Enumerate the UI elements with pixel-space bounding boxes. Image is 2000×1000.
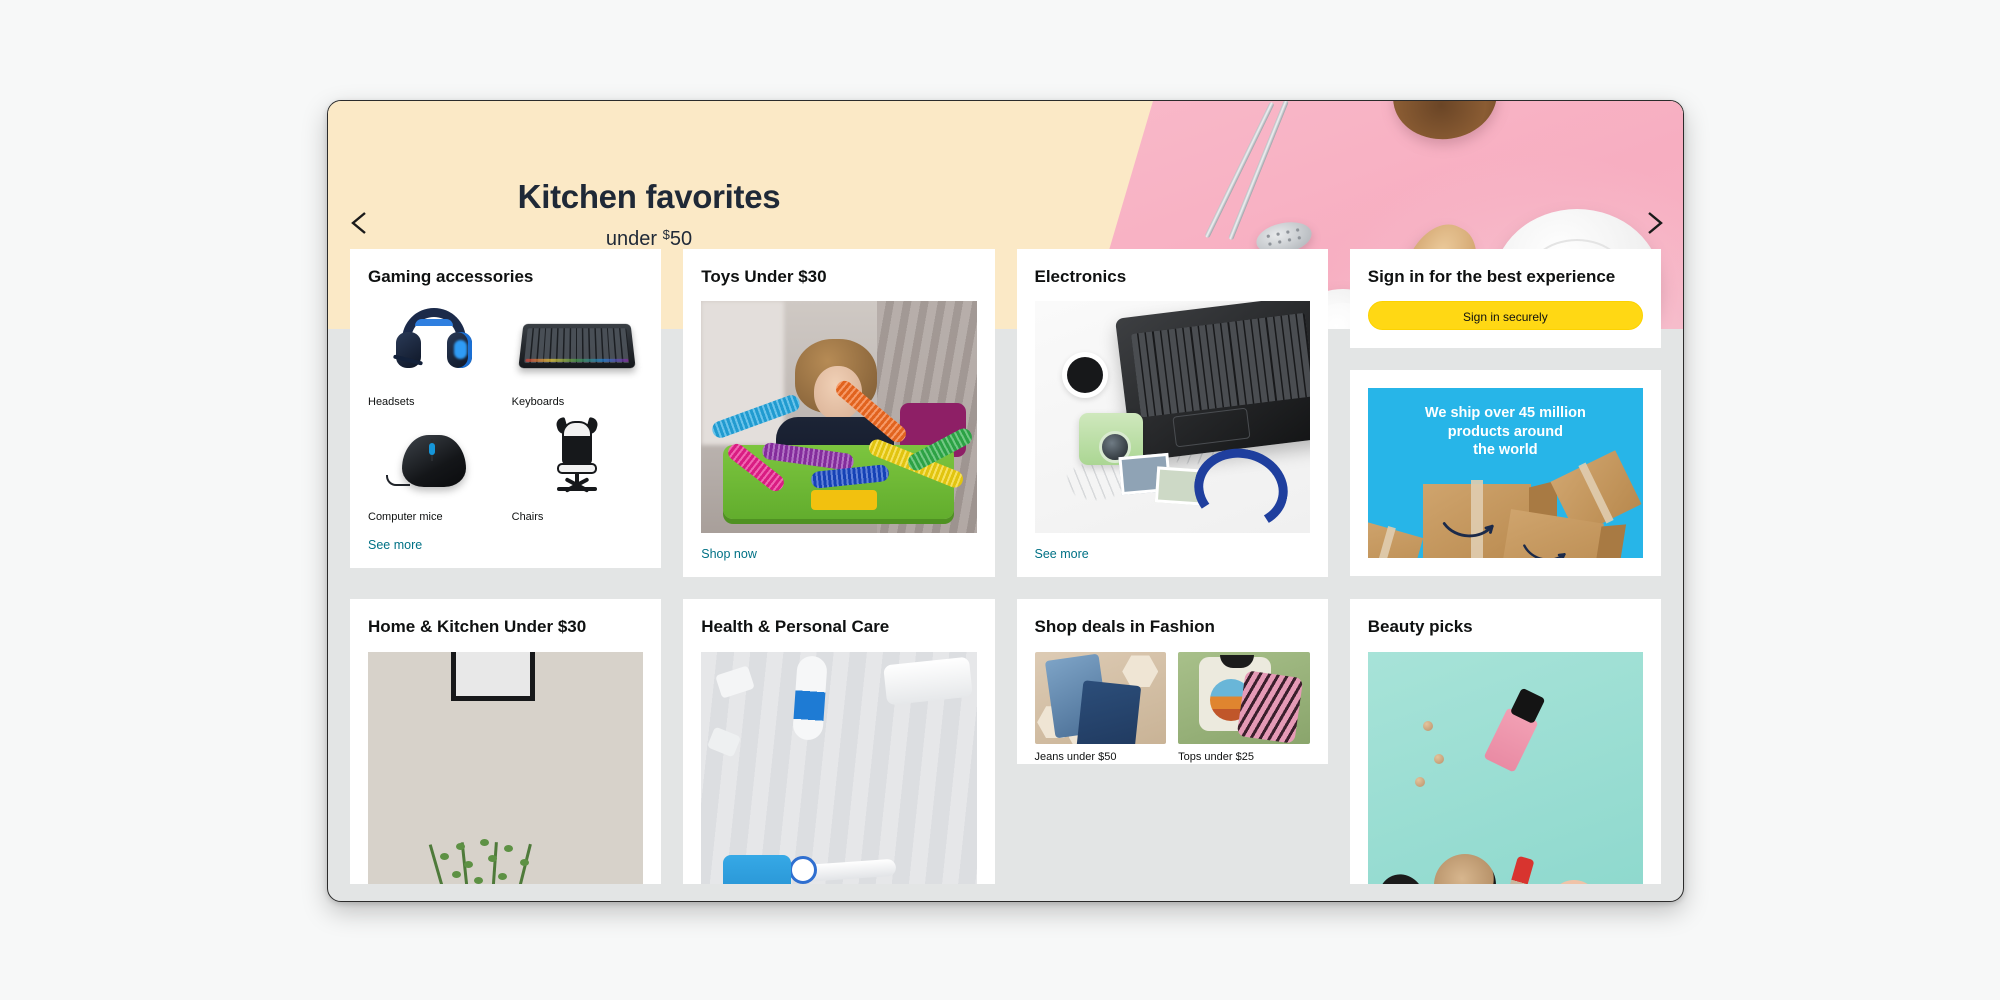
column-2: Toys Under $30 Shop now xyxy=(683,249,995,578)
tile-caption: Headsets xyxy=(368,396,415,409)
card-sign-in: Sign in for the best experience Sign in … xyxy=(1349,249,1661,349)
column-3-row2: Shop deals in Fashion Jeans under $50 To… xyxy=(1016,599,1328,883)
plant-icon xyxy=(428,820,554,884)
headset-icon xyxy=(392,308,472,382)
card-row-1: Gaming accessories Headsets Keyboards Co… xyxy=(328,249,1683,578)
card-title: Shop deals in Fashion xyxy=(1034,617,1215,637)
card-row-2: Home & Kitchen Under $30 Health & Person… xyxy=(328,599,1683,884)
shipping-line-2: products around xyxy=(1447,423,1563,440)
card-title: Beauty picks xyxy=(1367,617,1473,637)
card-gaming-accessories[interactable]: Gaming accessories Headsets Keyboards Co… xyxy=(350,249,662,568)
headset-image xyxy=(368,301,500,390)
tile-keyboards[interactable]: Keyboards xyxy=(511,301,644,409)
card-title: Home & Kitchen Under $30 xyxy=(368,617,587,637)
tops-image xyxy=(1178,651,1310,744)
column-4-row2: Beauty picks xyxy=(1349,599,1661,884)
tile-chairs[interactable]: Chairs xyxy=(511,415,644,524)
column-1-row2: Home & Kitchen Under $30 xyxy=(350,599,662,884)
tile-caption: Jeans under $50 xyxy=(1034,750,1117,763)
carousel-next-arrow-icon[interactable] xyxy=(1637,206,1671,240)
hero-amount: 50 xyxy=(669,227,693,250)
tile-jeans[interactable]: Jeans under $50 xyxy=(1034,651,1167,764)
column-1: Gaming accessories Headsets Keyboards Co… xyxy=(350,249,662,577)
hero-subtitle-prefix: under xyxy=(605,227,663,250)
tile-caption: Chairs xyxy=(511,510,544,523)
computer-mouse-icon xyxy=(385,435,466,488)
wooden-bowl-icon xyxy=(1387,101,1503,146)
keyboard-icon xyxy=(518,324,637,369)
column-3: Electronics See more xyxy=(1016,249,1328,578)
card-toys-under-30[interactable]: Toys Under $30 Shop now xyxy=(683,249,995,578)
tile-headsets[interactable]: Headsets xyxy=(368,301,500,409)
card-grid: Gaming accessories Headsets Keyboards Co… xyxy=(328,249,1683,901)
keyboard-image xyxy=(511,301,644,390)
tile-computer-mice[interactable]: Computer mice xyxy=(368,415,500,524)
card-shop-deals-fashion[interactable]: Shop deals in Fashion Jeans under $50 To… xyxy=(1016,599,1328,765)
carousel-prev-arrow-icon[interactable] xyxy=(343,206,377,240)
tile-tops[interactable]: Tops under $25 xyxy=(1178,651,1310,764)
gaming-tile-grid: Headsets Keyboards Computer mice Chairs xyxy=(368,301,644,524)
hero-title: Kitchen favorites xyxy=(517,177,781,215)
gaming-chair-icon xyxy=(551,416,603,499)
card-shipping-promo[interactable]: We ship over 45 million products around … xyxy=(1349,370,1661,577)
toys-image[interactable] xyxy=(701,301,977,534)
shop-now-link[interactable]: Shop now xyxy=(701,533,976,577)
card-home-kitchen[interactable]: Home & Kitchen Under $30 xyxy=(350,599,662,884)
card-title: Gaming accessories xyxy=(368,267,534,286)
see-more-link[interactable]: See more xyxy=(1035,533,1310,577)
card-title: Health & Personal Care xyxy=(701,617,890,637)
shipping-line-1: We ship over 45 million xyxy=(1424,405,1586,422)
jeans-image xyxy=(1034,651,1167,744)
wooden-spoon-handle-icon xyxy=(1041,101,1116,235)
home-kitchen-image[interactable] xyxy=(368,651,644,884)
sign-in-title: Sign in for the best experience xyxy=(1367,267,1616,286)
hero-currency-symbol: $ xyxy=(662,226,670,242)
chair-image xyxy=(511,415,644,504)
card-beauty-picks[interactable]: Beauty picks xyxy=(1349,599,1661,884)
shipping-promo-text: We ship over 45 million products around … xyxy=(1368,404,1643,460)
see-more-link[interactable]: See more xyxy=(368,524,643,568)
card-electronics[interactable]: Electronics See more xyxy=(1016,249,1328,578)
tile-caption: Tops under $25 xyxy=(1178,750,1254,763)
shipping-promo-art: We ship over 45 million products around … xyxy=(1367,388,1643,559)
fashion-tile-grid: Jeans under $50 Tops under $25 xyxy=(1034,651,1310,764)
card-title: Electronics xyxy=(1034,267,1127,286)
column-2-row2: Health & Personal Care xyxy=(683,599,995,884)
card-title: Toys Under $30 xyxy=(701,267,827,286)
mouse-image xyxy=(368,415,500,504)
hero-subtitle: under $50 xyxy=(606,227,692,251)
health-image[interactable] xyxy=(701,651,977,884)
sign-in-securely-button[interactable]: Sign in securely xyxy=(1367,301,1643,331)
card-health-personal-care[interactable]: Health & Personal Care xyxy=(683,599,995,884)
package-box-icon xyxy=(1367,520,1424,559)
electronics-image[interactable] xyxy=(1034,301,1310,534)
beauty-image[interactable] xyxy=(1367,651,1643,884)
tile-caption: Computer mice xyxy=(368,510,443,523)
column-4: Sign in for the best experience Sign in … xyxy=(1349,249,1661,577)
tile-caption: Keyboards xyxy=(511,396,565,409)
browser-window: Kitchen favorites under $50 Gaming acces… xyxy=(327,100,1684,902)
